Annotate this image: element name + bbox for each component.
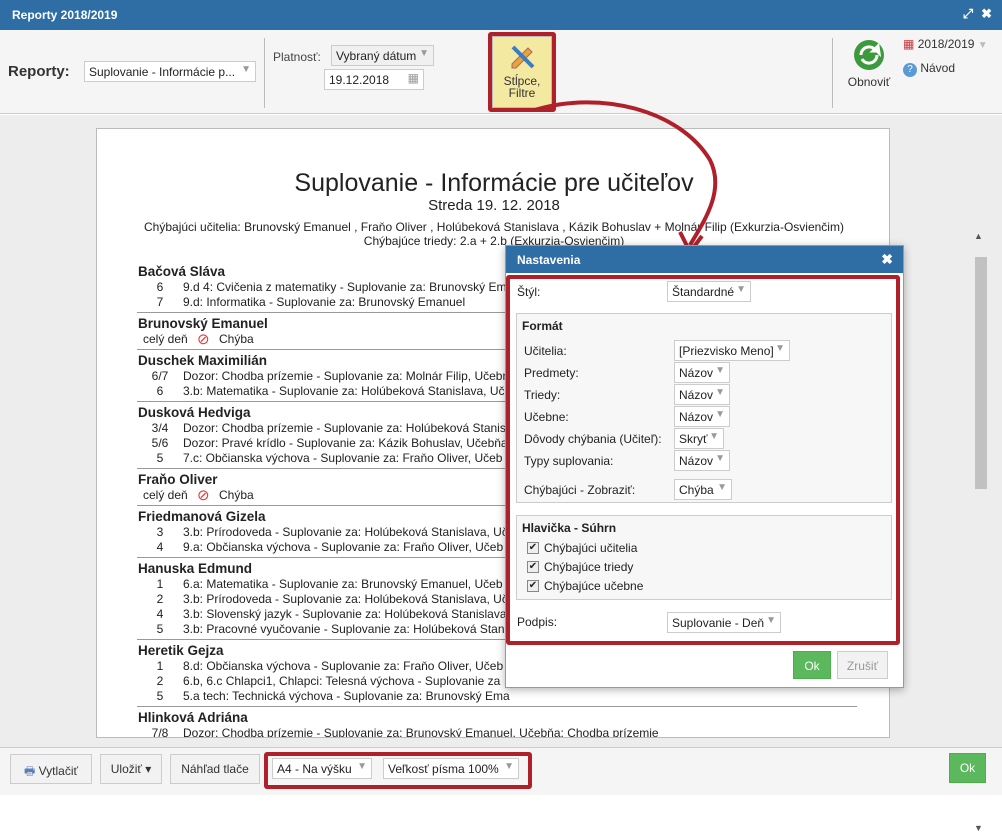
print-preview-button[interactable]: Náhľad tlače bbox=[170, 754, 260, 784]
dialog-cancel-button[interactable]: Zrušiť bbox=[837, 651, 888, 679]
ok-button[interactable]: Ok bbox=[949, 753, 986, 783]
highlight-box-print-options bbox=[264, 752, 532, 789]
printer-icon: 🖶 bbox=[23, 764, 36, 778]
scroll-down-icon[interactable]: ▼ bbox=[974, 823, 983, 833]
dialog-title: Nastavenia bbox=[517, 253, 581, 267]
close-icon[interactable]: ✖ bbox=[881, 251, 893, 268]
highlight-box-filters bbox=[488, 32, 556, 112]
dialog-ok-button[interactable]: Ok bbox=[793, 651, 831, 679]
print-button[interactable]: 🖶 Vytlačiť bbox=[10, 754, 92, 784]
highlight-box-settings bbox=[506, 275, 900, 645]
save-button[interactable]: Uložiť ▾ bbox=[100, 754, 162, 784]
